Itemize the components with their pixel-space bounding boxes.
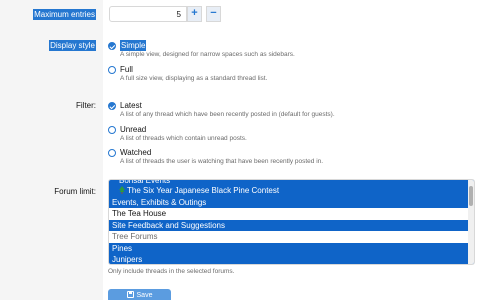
filter-label: Filter:: [76, 101, 96, 110]
option-title: Simple: [120, 40, 147, 51]
radio-checked-icon[interactable]: [108, 102, 116, 110]
radio-icon[interactable]: [108, 149, 116, 157]
forum-option[interactable]: Junipers: [109, 254, 474, 264]
forum-option-label: The Six Year Japanese Black Pine Contest: [127, 186, 280, 195]
forum-group-header: Tree Forums: [112, 232, 158, 241]
option-desc: A simple view, designed for narrow space…: [120, 51, 295, 58]
option-desc: A list of threads which contain unread p…: [120, 135, 247, 142]
option-title: Full: [120, 65, 133, 74]
option-title: Watched: [120, 148, 152, 157]
save-button[interactable]: Save: [108, 289, 171, 300]
option-title: Latest: [120, 101, 142, 110]
decrement-button[interactable]: −: [206, 6, 221, 22]
forum-option[interactable]: Pines: [109, 242, 474, 254]
radio-icon[interactable]: [108, 126, 116, 134]
increment-button[interactable]: +: [187, 6, 202, 22]
max-entries-label-text: Maximum entries: [33, 9, 96, 20]
max-entries-input[interactable]: 5: [109, 6, 187, 22]
option-desc: A full size view, displaying as a standa…: [120, 75, 268, 82]
display-style-label-text: Display style: [49, 40, 96, 51]
option-desc: A list of threads the user is watching t…: [120, 158, 324, 165]
radio-checked-icon[interactable]: [108, 42, 116, 50]
forum-limit-helper: Only include threads in the selected for…: [108, 268, 235, 275]
forum-multiselect[interactable]: Bonsai Events The Six Year Japanese Blac…: [108, 179, 475, 265]
max-entries-label: Maximum entries: [33, 9, 96, 20]
option-title-text: Simple: [120, 40, 147, 51]
forum-option[interactable]: Events, Exhibits & Outings: [109, 196, 474, 208]
save-icon: [126, 291, 134, 298]
forum-option[interactable]: The Six Year Japanese Black Pine Contest: [109, 185, 474, 197]
forum-limit-label: Forum limit:: [54, 187, 96, 196]
forum-option[interactable]: Site Feedback and Suggestions: [109, 219, 474, 231]
scrollbar-thumb[interactable]: [469, 186, 473, 206]
radio-icon[interactable]: [108, 66, 116, 74]
option-desc: A list of any thread which have been rec…: [120, 111, 335, 118]
tree-icon: [119, 186, 125, 194]
scrollbar[interactable]: [468, 180, 474, 264]
save-button-label: Save: [136, 292, 153, 299]
option-title: Unread: [120, 125, 147, 134]
display-style-label: Display style: [49, 40, 96, 51]
forum-option[interactable]: The Tea House: [109, 208, 474, 220]
